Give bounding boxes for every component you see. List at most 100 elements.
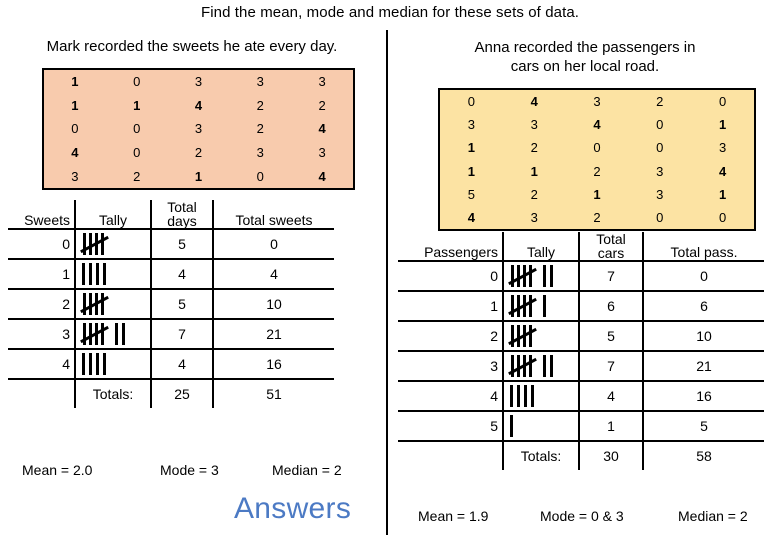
right-subtitle: Anna recorded the passengers in cars on … bbox=[396, 38, 774, 76]
table-row: 1 44 bbox=[8, 258, 334, 289]
raw-cell: 0 bbox=[718, 94, 727, 110]
tally-mark bbox=[122, 323, 125, 345]
row-count: 5 bbox=[150, 288, 213, 319]
raw-cell: 2 bbox=[256, 97, 264, 113]
row-tally bbox=[74, 348, 151, 379]
table-row: 2 5 10 bbox=[398, 320, 764, 351]
row-count: 7 bbox=[150, 318, 213, 349]
right-header-total: Total pass. bbox=[642, 232, 764, 261]
raw-cell: 4 bbox=[318, 168, 326, 184]
right-tally-table: Passengers Tally Total cars Total pass. … bbox=[398, 232, 764, 470]
row-count: 4 bbox=[578, 380, 643, 411]
row-tally bbox=[502, 320, 579, 351]
row-category: 0 bbox=[8, 228, 75, 259]
left-subtitle: Mark recorded the sweets he ate every da… bbox=[46, 38, 338, 55]
row-count: 4 bbox=[150, 348, 213, 379]
tally-mark bbox=[524, 385, 527, 407]
row-count: 1 bbox=[578, 410, 643, 441]
left-mode-answer: Mode = 3 bbox=[160, 462, 219, 478]
raw-cell: 1 bbox=[718, 186, 727, 202]
right-header-row: Passengers Tally Total cars Total pass. bbox=[398, 232, 764, 261]
raw-cell: 4 bbox=[530, 94, 538, 110]
row-count: 7 bbox=[578, 350, 643, 381]
row-count: 5 bbox=[578, 320, 643, 351]
raw-cell: 4 bbox=[194, 97, 203, 113]
row-total: 10 bbox=[212, 288, 334, 319]
raw-cell: 3 bbox=[318, 74, 326, 90]
left-header-category: Sweets bbox=[24, 212, 70, 228]
raw-cell: 2 bbox=[530, 186, 538, 202]
table-row: 2 5 10 bbox=[8, 288, 334, 319]
tally-mark bbox=[510, 415, 513, 437]
row-total: 10 bbox=[642, 320, 764, 351]
raw-cell: 5 bbox=[467, 186, 476, 202]
raw-cell: 3 bbox=[718, 140, 727, 156]
tally-marks bbox=[504, 353, 578, 379]
tally-mark bbox=[510, 385, 513, 407]
tally-mark bbox=[82, 353, 85, 375]
row-count: 6 bbox=[578, 290, 643, 321]
raw-cell: 1 bbox=[71, 74, 79, 90]
left-totals-label: Totals: bbox=[74, 378, 151, 408]
right-totals-row: Totals: 30 58 bbox=[398, 440, 764, 470]
raw-cell: 0 bbox=[656, 117, 664, 133]
tally-group-of-five bbox=[508, 295, 537, 317]
right-tally-grid: Passengers Tally Total cars Total pass. … bbox=[398, 232, 764, 470]
raw-cell: 2 bbox=[530, 140, 538, 156]
raw-cell: 1 bbox=[593, 186, 601, 202]
row-total: 4 bbox=[212, 258, 334, 289]
tally-mark bbox=[96, 263, 99, 285]
raw-cell: 1 bbox=[467, 163, 476, 179]
raw-cell: 3 bbox=[71, 168, 79, 184]
table-row: 4 4 16 bbox=[8, 348, 334, 379]
row-total: 16 bbox=[642, 380, 764, 411]
row-count: 7 bbox=[578, 260, 643, 291]
raw-cell: 1 bbox=[133, 97, 141, 113]
tally-mark bbox=[103, 353, 106, 375]
row-tally bbox=[502, 380, 579, 411]
left-header-count-top: Total bbox=[167, 199, 197, 215]
right-totals-count: 30 bbox=[578, 440, 643, 470]
left-totals-spacer bbox=[8, 378, 75, 408]
right-mean-answer: Mean = 1.9 bbox=[418, 508, 489, 524]
tally-mark bbox=[543, 265, 546, 287]
row-total: 0 bbox=[212, 228, 334, 259]
row-category: 3 bbox=[8, 318, 75, 349]
right-mode-answer: Mode = 0 & 3 bbox=[540, 508, 624, 524]
tally-group-of-five bbox=[508, 355, 537, 377]
vertical-divider bbox=[386, 30, 388, 535]
row-category: 5 bbox=[398, 410, 503, 441]
raw-cell: 4 bbox=[467, 209, 476, 225]
raw-cell: 3 bbox=[194, 121, 203, 137]
row-tally bbox=[74, 288, 151, 319]
row-category: 2 bbox=[8, 288, 75, 319]
raw-cell: 3 bbox=[467, 117, 476, 133]
row-category: 3 bbox=[398, 350, 503, 381]
row-tally bbox=[502, 410, 579, 441]
raw-cell: 3 bbox=[256, 74, 264, 90]
table-row: 1 66 bbox=[398, 290, 764, 321]
left-median-answer: Median = 2 bbox=[272, 462, 342, 478]
page-title: Find the mean, mode and median for these… bbox=[200, 4, 580, 21]
left-totals-total: 51 bbox=[212, 378, 334, 408]
left-header-total: Total sweets bbox=[212, 200, 334, 229]
tally-mark bbox=[517, 385, 520, 407]
row-total: 5 bbox=[642, 410, 764, 441]
tally-marks bbox=[504, 413, 578, 439]
row-count: 5 bbox=[150, 228, 213, 259]
raw-cell: 3 bbox=[256, 145, 264, 161]
tally-mark bbox=[550, 265, 553, 287]
row-count: 4 bbox=[150, 258, 213, 289]
tally-marks bbox=[76, 351, 150, 377]
raw-cell: 0 bbox=[133, 74, 141, 90]
tally-mark bbox=[82, 263, 85, 285]
raw-cell: 1 bbox=[194, 168, 203, 184]
left-raw-data-table: 1 0 3 3 3 1 1 4 2 2 0 0 3 2 4 4 0 2 3 3 3 2 1 0 4 bbox=[42, 68, 355, 190]
raw-cell: 4 bbox=[318, 121, 326, 137]
tally-mark bbox=[89, 263, 92, 285]
row-tally bbox=[502, 260, 579, 291]
row-category: 1 bbox=[8, 258, 75, 289]
left-header-tally: Tally bbox=[74, 200, 151, 229]
right-totals-spacer bbox=[398, 440, 503, 470]
raw-cell: 0 bbox=[133, 145, 141, 161]
